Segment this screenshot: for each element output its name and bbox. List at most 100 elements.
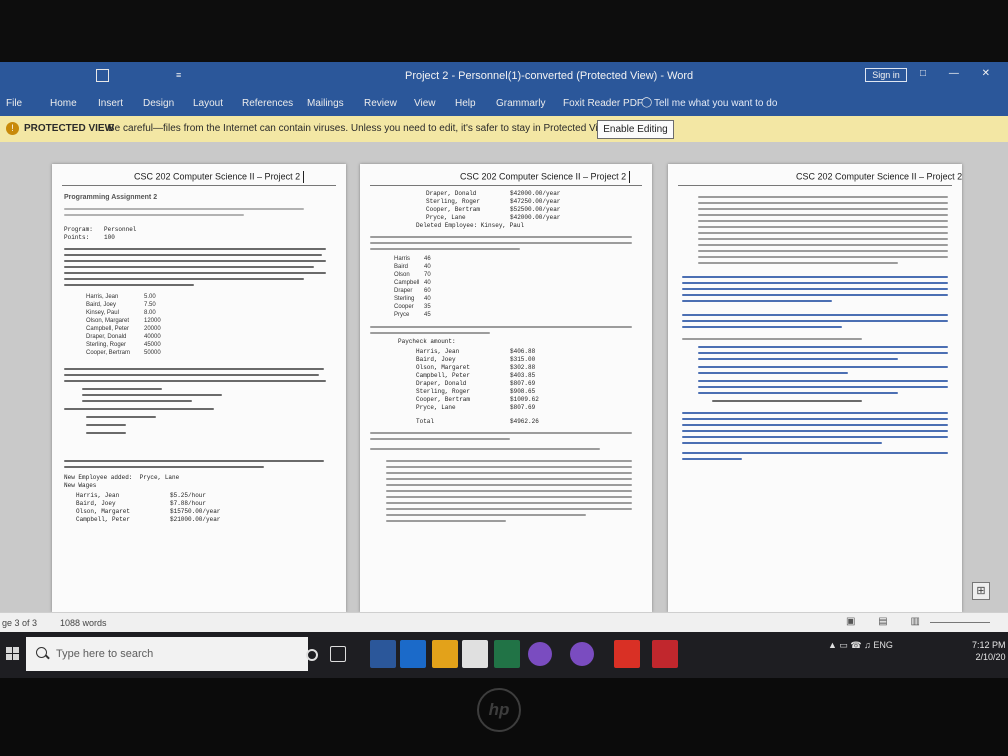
tab-review[interactable]: Review bbox=[364, 98, 397, 109]
page-count[interactable]: ge 3 of 3 bbox=[2, 618, 37, 628]
new-wages-header: New Wages bbox=[64, 482, 97, 489]
pdf-reader-icon[interactable] bbox=[614, 640, 640, 668]
paycheck-name: Draper, Donald bbox=[416, 380, 467, 387]
wage-value: $21000.00/year bbox=[170, 516, 221, 523]
highlighted-line bbox=[682, 458, 742, 460]
sign-in-button[interactable]: Sign in bbox=[865, 68, 907, 82]
app-icon[interactable] bbox=[570, 642, 594, 666]
app-icon[interactable] bbox=[528, 642, 552, 666]
cortana-icon[interactable] bbox=[306, 649, 318, 661]
tell-me-search[interactable]: Tell me what you want to do bbox=[654, 98, 777, 109]
tab-view[interactable]: View bbox=[414, 98, 436, 109]
highlighted-line bbox=[698, 358, 898, 360]
highlighted-line bbox=[682, 314, 948, 316]
text-line bbox=[370, 248, 520, 250]
text-line bbox=[370, 326, 632, 328]
hours-value: 40 bbox=[424, 296, 431, 302]
tab-layout[interactable]: Layout bbox=[193, 98, 223, 109]
bullet-line bbox=[386, 508, 632, 510]
paycheck-name: Campbell, Peter bbox=[416, 372, 471, 379]
text-line bbox=[64, 368, 324, 370]
bullet-line bbox=[386, 490, 632, 492]
expand-icon[interactable]: ⊞ bbox=[972, 582, 990, 600]
view-mode-buttons[interactable]: ▣ ▤ ▥ bbox=[846, 616, 930, 627]
bullet-line bbox=[82, 400, 192, 402]
word-app-icon[interactable] bbox=[370, 640, 396, 668]
highlighted-line bbox=[682, 418, 948, 420]
zoom-slider[interactable] bbox=[930, 622, 990, 623]
wage-value: $5.25/hour bbox=[170, 492, 207, 499]
chrome-browser-icon[interactable] bbox=[462, 640, 488, 668]
employee-name: Campbell, Peter bbox=[86, 326, 130, 332]
text-line bbox=[64, 466, 264, 468]
highlighted-line bbox=[698, 366, 948, 368]
employee-value: 7.50 bbox=[144, 302, 156, 308]
photo-frame: ≡ Project 2 - Personnel(1)-converted (Pr… bbox=[0, 0, 1008, 756]
salary-value: $47250.00/year bbox=[510, 198, 561, 205]
text-line bbox=[64, 380, 326, 382]
text-line bbox=[64, 278, 304, 280]
hours-value: 40 bbox=[424, 264, 431, 270]
shield-icon: ! bbox=[6, 122, 19, 135]
total-value: $4962.26 bbox=[510, 418, 539, 425]
paycheck-name: Cooper, Bertram bbox=[416, 396, 471, 403]
salary-name: Cooper, Bertram bbox=[426, 206, 481, 213]
edge-browser-icon[interactable] bbox=[400, 640, 426, 668]
employee-name: Kinsey, Paul bbox=[86, 310, 119, 316]
app-icon[interactable] bbox=[652, 640, 678, 668]
save-icon[interactable] bbox=[96, 69, 109, 82]
deleted-employee: Deleted Employee: Kinsey, Paul bbox=[416, 222, 525, 229]
tab-file[interactable]: File bbox=[6, 98, 22, 109]
system-tray[interactable]: ▲ ▭ ☎ ♫ ENG bbox=[828, 640, 893, 651]
hours-value: 60 bbox=[424, 288, 431, 294]
employee-value: 8.00 bbox=[144, 310, 156, 316]
hours-name: Campbell bbox=[394, 280, 420, 286]
paycheck-header: Paycheck amount: bbox=[398, 338, 456, 345]
value-points: 100 bbox=[104, 234, 115, 241]
bullet-line bbox=[698, 262, 898, 264]
salary-name: Draper, Donald bbox=[426, 190, 477, 197]
quick-access-menu-icon[interactable]: ≡ bbox=[176, 70, 181, 80]
hours-name: Baird bbox=[394, 264, 409, 270]
hours-value: 70 bbox=[424, 272, 431, 278]
language-indicator[interactable]: ENG bbox=[873, 640, 893, 650]
bullet-line bbox=[82, 388, 162, 390]
window-controls[interactable]: □ — ✕ bbox=[920, 68, 1000, 79]
text-line bbox=[370, 236, 632, 238]
label-points: Points: bbox=[64, 234, 90, 241]
highlighted-line bbox=[682, 294, 948, 296]
taskbar-search-box[interactable]: Type here to search bbox=[26, 637, 308, 671]
highlighted-line bbox=[698, 386, 948, 388]
tab-references[interactable]: References bbox=[242, 98, 293, 109]
taskbar-clock[interactable]: 7:12 PM 2/10/20 bbox=[972, 639, 1006, 663]
hours-name: Sterling bbox=[394, 296, 415, 302]
salary-value: $42000.00/year bbox=[510, 190, 561, 197]
text-line bbox=[64, 254, 322, 256]
tab-foxit-reader-pdf[interactable]: Foxit Reader PDF bbox=[563, 98, 643, 109]
bullet-line bbox=[698, 244, 948, 246]
text-line bbox=[64, 248, 326, 250]
enable-editing-button[interactable]: Enable Editing bbox=[597, 120, 674, 139]
excel-app-icon[interactable] bbox=[494, 640, 520, 668]
employee-name: Cooper, Bertram bbox=[86, 350, 131, 356]
text-line bbox=[370, 432, 632, 434]
word-count[interactable]: 1088 words bbox=[60, 618, 107, 628]
hours-name: Pryce bbox=[394, 312, 410, 318]
file-explorer-icon[interactable] bbox=[432, 640, 458, 668]
text-line bbox=[370, 438, 510, 440]
highlighted-line bbox=[682, 288, 948, 290]
tab-design[interactable]: Design bbox=[143, 98, 174, 109]
bullet-line bbox=[386, 514, 586, 516]
document-canvas[interactable]: CSC 202 Computer Science II – Project 2 … bbox=[0, 142, 1008, 612]
tab-grammarly[interactable]: Grammarly bbox=[496, 98, 545, 109]
tab-home[interactable]: Home bbox=[50, 98, 77, 109]
wage-name: Baird, Joey bbox=[76, 500, 116, 507]
task-view-icon[interactable] bbox=[330, 646, 346, 662]
highlighted-line bbox=[682, 430, 948, 432]
tab-help[interactable]: Help bbox=[455, 98, 476, 109]
windows-start-icon[interactable] bbox=[6, 647, 20, 661]
tab-insert[interactable]: Insert bbox=[98, 98, 123, 109]
hours-value: 35 bbox=[424, 304, 431, 310]
label-program: Program: bbox=[64, 226, 93, 233]
tab-mailings[interactable]: Mailings bbox=[307, 98, 344, 109]
